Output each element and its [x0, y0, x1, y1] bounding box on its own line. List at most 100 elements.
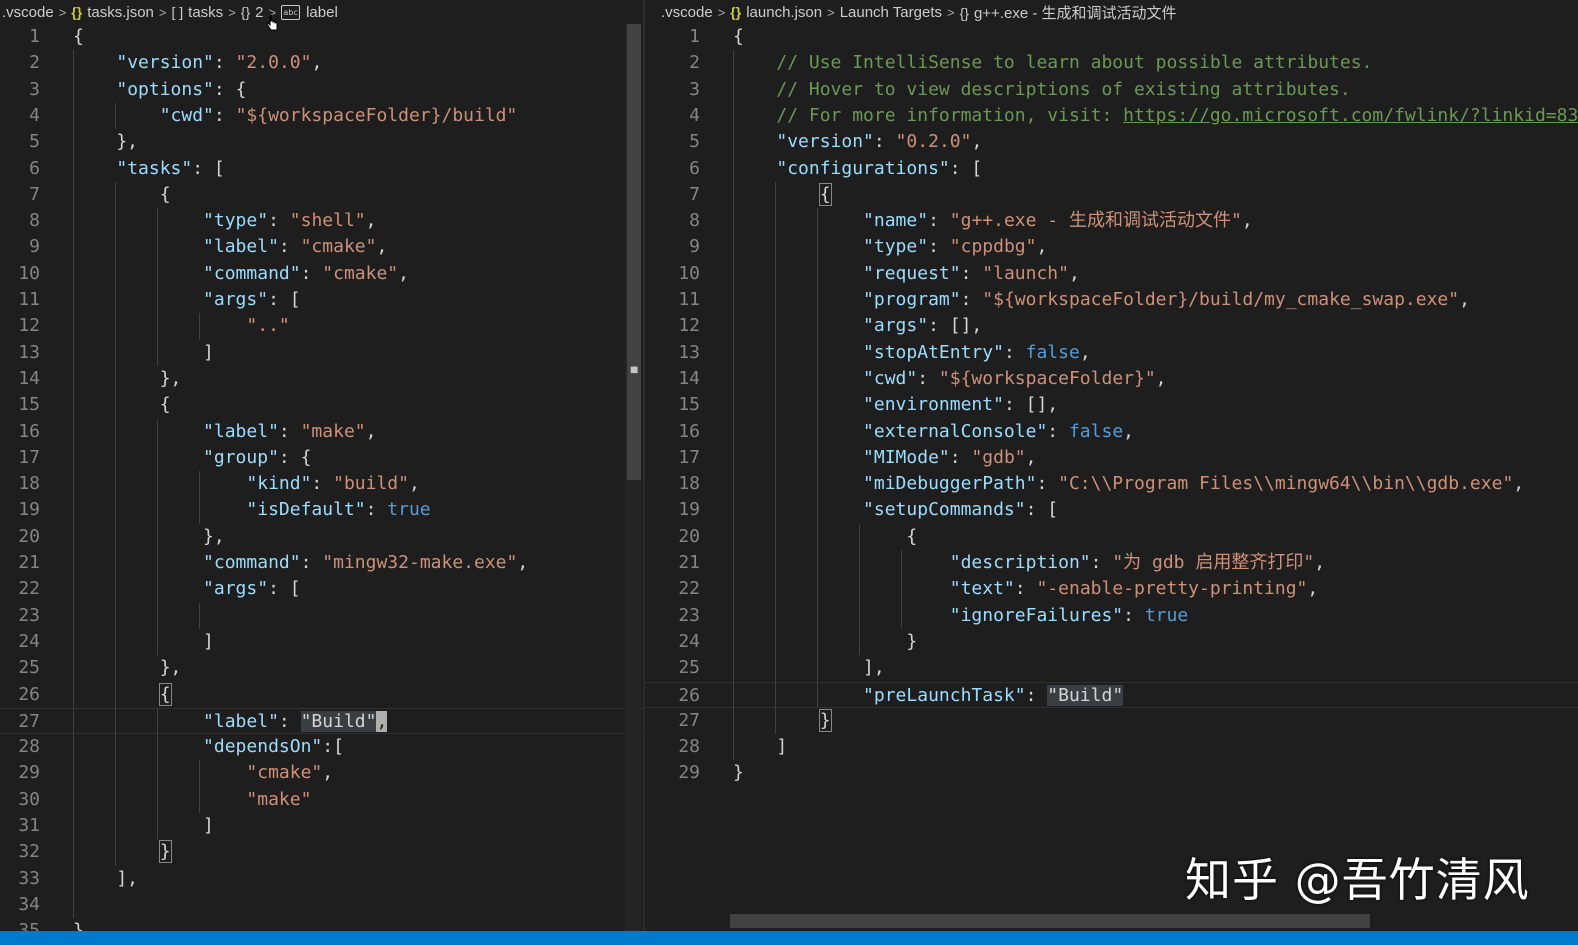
code-line[interactable]: 31 ] [0, 813, 643, 839]
code-line[interactable]: 34 [0, 892, 643, 918]
code-line[interactable]: 10 "request": "launch", [645, 261, 1578, 287]
code-line[interactable]: 23 [0, 603, 643, 629]
code-line[interactable]: 28 ] [645, 734, 1578, 760]
code-line[interactable]: 18 "miDebuggerPath": "C:\\Program Files\… [645, 471, 1578, 497]
vertical-scrollbar-thumb[interactable] [627, 24, 641, 480]
code-line[interactable]: 29} [645, 760, 1578, 786]
code-line[interactable]: 24 ] [0, 629, 643, 655]
code-line[interactable]: 26 "preLaunchTask": "Build" [645, 681, 1578, 708]
code-line[interactable]: 15 { [0, 392, 643, 418]
line-number: 10 [678, 262, 700, 284]
horizontal-scrollbar-thumb[interactable] [730, 914, 1370, 928]
code-line[interactable]: 28 "dependsOn":[ [0, 734, 643, 760]
code-line[interactable]: 10 "command": "cmake", [0, 261, 643, 287]
code-line[interactable]: 21 "command": "mingw32-make.exe", [0, 550, 643, 576]
code-line[interactable]: 26 { [0, 682, 643, 708]
line-number: 27 [678, 709, 700, 731]
breadcrumb-item[interactable]: {} 2 [241, 4, 264, 21]
code-line[interactable]: 6 "configurations": [ [645, 156, 1578, 182]
code-line[interactable]: 23 "ignoreFailures": true [645, 603, 1578, 629]
breadcrumb-item[interactable]: Launch Targets [840, 4, 942, 21]
code-line[interactable]: 19 "setupCommands": [ [645, 497, 1578, 523]
code-line[interactable]: 14 "cwd": "${workspaceFolder}", [645, 366, 1578, 392]
code-line[interactable]: 16 "label": "make", [0, 419, 643, 445]
code-line[interactable]: 3 // Hover to view descriptions of exist… [645, 77, 1578, 103]
code-line[interactable]: 25 }, [0, 655, 643, 681]
code-line[interactable]: 15 "environment": [], [645, 392, 1578, 418]
code-line[interactable]: 12 "args": [], [645, 313, 1578, 339]
code-line[interactable]: 25 ], [645, 655, 1578, 681]
link[interactable]: https://go.microsoft.com/fwlink/?linkid=… [1123, 105, 1578, 126]
code-line[interactable]: 17 "group": { [0, 445, 643, 471]
code-line[interactable]: 27 "label": "Build", [0, 707, 643, 735]
code-line[interactable]: 7 { [0, 182, 643, 208]
breadcrumb-item[interactable]: {} tasks.json [71, 4, 154, 21]
code-line[interactable]: 17 "MIMode": "gdb", [645, 445, 1578, 471]
code-line[interactable]: 8 "name": "g++.exe - 生成和调试活动文件", [645, 208, 1578, 234]
code-line[interactable]: 2 // Use IntelliSense to learn about pos… [645, 50, 1578, 76]
code-line[interactable]: 20 }, [0, 524, 643, 550]
code-line[interactable]: 35} [0, 918, 643, 931]
breadcrumb-item[interactable]: [ ] tasks [172, 4, 224, 21]
breadcrumb-item[interactable]: abc label [281, 4, 338, 21]
line-content: "tasks": [ [73, 156, 224, 182]
breadcrumb-item[interactable]: .vscode [661, 4, 713, 21]
code-line[interactable]: 4 "cwd": "${workspaceFolder}/build" [0, 103, 643, 129]
code-line[interactable]: 14 }, [0, 366, 643, 392]
punctuation [733, 710, 820, 731]
punctuation [733, 368, 863, 389]
code-line[interactable]: 11 "args": [ [0, 287, 643, 313]
right-editor-pane[interactable]: .vscode >{} launch.json > Launch Targets >{} g… [645, 0, 1578, 931]
code-line[interactable]: 29 "cmake", [0, 760, 643, 786]
punctuation [73, 105, 160, 126]
code-line[interactable]: 9 "type": "cppdbg", [645, 234, 1578, 260]
line-number: 12 [678, 315, 700, 337]
code-line[interactable]: 7 { [645, 182, 1578, 208]
code-editor-tasks-json[interactable]: 1{2 "version": "2.0.0", 3 "options": {4 "… [0, 24, 643, 931]
code-line[interactable]: 5 "version": "0.2.0", [645, 129, 1578, 155]
code-line[interactable]: 13 "stopAtEntry": false, [645, 340, 1578, 366]
code-line[interactable]: 33 ], [0, 866, 643, 892]
line-content: // For more information, visit: https://… [733, 103, 1578, 129]
line-number: 25 [18, 657, 40, 679]
code-line[interactable]: 18 "kind": "build", [0, 471, 643, 497]
code-line[interactable]: 9 "label": "cmake", [0, 234, 643, 260]
line-content: "version": "0.2.0", [733, 129, 982, 155]
punctuation [73, 711, 203, 732]
breadcrumb-item[interactable]: {} launch.json [730, 4, 822, 21]
code-line[interactable]: 2 "version": "2.0.0", [0, 50, 643, 76]
code-line[interactable]: 4 // For more information, visit: https:… [645, 103, 1578, 129]
code-line[interactable]: 5 }, [0, 129, 643, 155]
line-number: 24 [678, 630, 700, 652]
code-line[interactable]: 32 } [0, 839, 643, 865]
code-line[interactable]: 3 "options": { [0, 77, 643, 103]
code-line[interactable]: 12 ".." [0, 313, 643, 339]
punctuation [73, 841, 160, 862]
code-line[interactable]: 20 { [645, 524, 1578, 550]
punctuation [73, 578, 203, 599]
code-line[interactable]: 1{ [645, 24, 1578, 50]
code-line[interactable]: 22 "text": "-enable-pretty-printing", [645, 576, 1578, 602]
left-editor-pane[interactable]: .vscode >{} tasks.json >[ ] tasks >{} 2 > abc lab… [0, 0, 643, 931]
code-line[interactable]: 19 "isDefault": true [0, 497, 643, 523]
punctuation [733, 499, 863, 520]
code-line[interactable]: 22 "args": [ [0, 576, 643, 602]
punctuation [73, 263, 203, 284]
indent-guide [859, 523, 860, 656]
json-string: "2.0.0" [235, 52, 312, 74]
code-line[interactable]: 21 "description": "为 gdb 启用整齐打印", [645, 550, 1578, 576]
code-line[interactable]: 8 "type": "shell", [0, 208, 643, 234]
code-line[interactable]: 1{ [0, 24, 643, 50]
code-editor-launch-json[interactable]: 1{2 // Use IntelliSense to learn about p… [645, 24, 1578, 931]
code-line[interactable]: 24 } [645, 629, 1578, 655]
json-string: "build" [333, 473, 409, 495]
breadcrumb-item[interactable]: {} g++.exe - 生成和调试活动文件 [960, 2, 1177, 23]
code-line[interactable]: 6 "tasks": [ [0, 156, 643, 182]
code-line[interactable]: 27 } [645, 708, 1578, 734]
punctuation: : [ [1025, 499, 1059, 521]
code-line[interactable]: 16 "externalConsole": false, [645, 419, 1578, 445]
code-line[interactable]: 30 "make" [0, 787, 643, 813]
code-line[interactable]: 11 "program": "${workspaceFolder}/build/… [645, 287, 1578, 313]
breadcrumb-item[interactable]: .vscode [2, 4, 54, 21]
code-line[interactable]: 13 ] [0, 340, 643, 366]
